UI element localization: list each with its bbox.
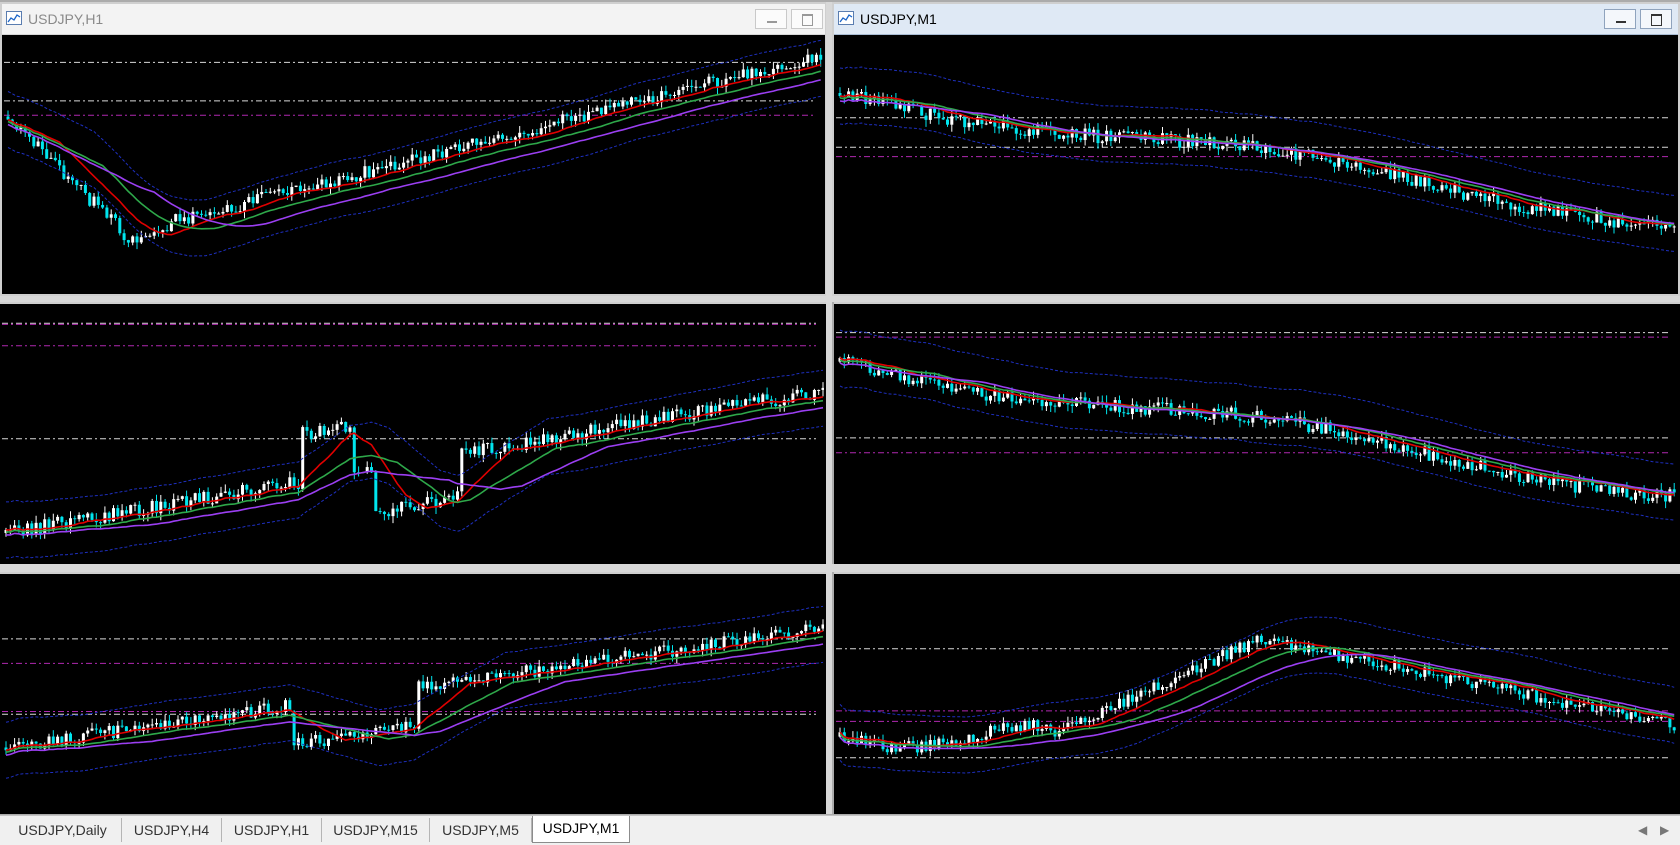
tab-usdjpy-daily[interactable]: USDJPY,Daily: [4, 818, 122, 842]
chart-window-usdjpy-m1[interactable]: USDJPY,M1: [832, 2, 1680, 296]
chart-window-bottom-right[interactable]: [834, 572, 1680, 814]
window-title: USDJPY,H1: [28, 11, 104, 27]
scroll-right-icon[interactable]: ▶: [1660, 823, 1669, 837]
chart-tab-bar: USDJPY,Daily USDJPY,H4 USDJPY,H1 USDJPY,…: [0, 815, 1680, 845]
price-chart[interactable]: [836, 36, 1676, 291]
tab-usdjpy-m1[interactable]: USDJPY,M1: [532, 816, 630, 843]
chart-window-icon: [838, 11, 854, 25]
maximize-button[interactable]: [1640, 9, 1672, 29]
vertical-splitter[interactable]: [826, 2, 832, 814]
window-title: USDJPY,M1: [860, 11, 937, 27]
minimize-button[interactable]: [1604, 9, 1636, 29]
maximize-icon: [802, 14, 813, 26]
price-chart[interactable]: [836, 574, 1676, 812]
chart-window-usdjpy-h1[interactable]: USDJPY,H1: [0, 2, 827, 296]
price-chart[interactable]: [2, 574, 824, 812]
tab-usdjpy-h4[interactable]: USDJPY,H4: [122, 818, 222, 842]
price-chart[interactable]: [4, 36, 823, 291]
minimize-icon: [767, 21, 777, 23]
chart-window-middle-left[interactable]: [0, 302, 826, 564]
horizontal-splitter[interactable]: [0, 296, 1680, 302]
maximize-button[interactable]: [791, 9, 823, 29]
window-titlebar[interactable]: USDJPY,H1: [2, 4, 825, 35]
horizontal-splitter[interactable]: [0, 564, 1680, 572]
minimize-icon: [1616, 21, 1626, 23]
chart-window-bottom-left[interactable]: [0, 572, 826, 814]
tab-usdjpy-m15[interactable]: USDJPY,M15: [322, 818, 430, 842]
tab-usdjpy-h1[interactable]: USDJPY,H1: [222, 818, 322, 842]
price-chart[interactable]: [2, 304, 824, 562]
price-chart[interactable]: [836, 304, 1676, 562]
maximize-icon: [1651, 14, 1662, 26]
window-titlebar[interactable]: USDJPY,M1: [834, 4, 1678, 35]
minimize-button[interactable]: [755, 9, 787, 29]
tab-usdjpy-m5[interactable]: USDJPY,M5: [430, 818, 532, 842]
scroll-left-icon[interactable]: ◀: [1638, 823, 1647, 837]
chart-window-middle-right[interactable]: [834, 302, 1680, 564]
chart-window-icon: [6, 11, 22, 25]
